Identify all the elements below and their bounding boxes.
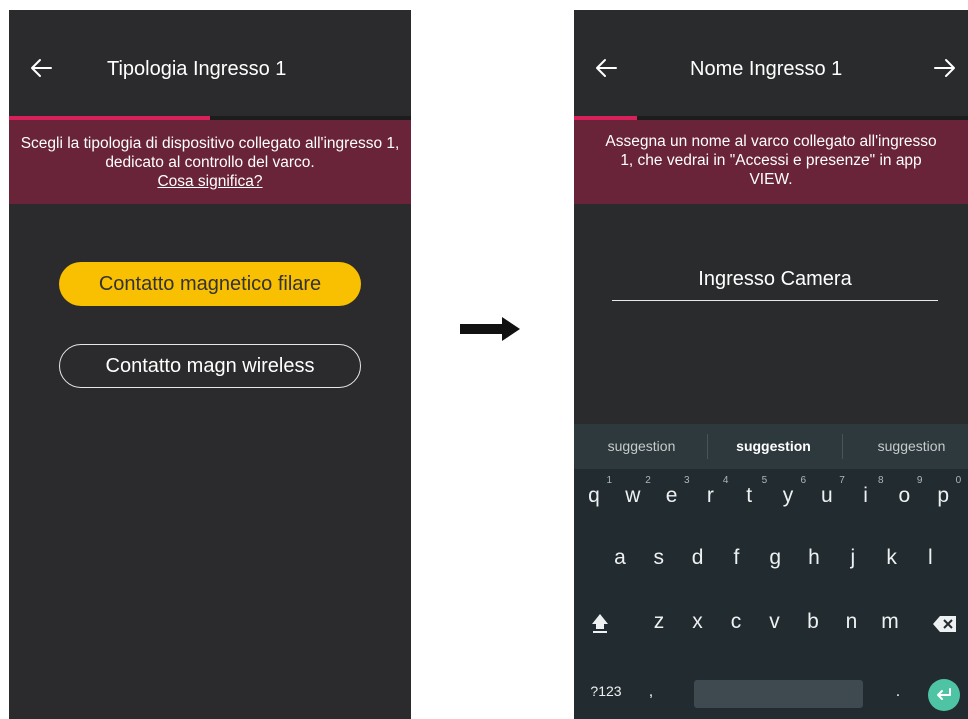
- key-e[interactable]: e3: [653, 475, 691, 508]
- arrow-right-icon: [460, 313, 522, 345]
- key-k[interactable]: k: [873, 546, 911, 570]
- divider: [842, 434, 843, 459]
- symbols-key[interactable]: ?123: [586, 683, 626, 699]
- arrow-left-icon[interactable]: [592, 54, 620, 82]
- key-n[interactable]: n: [833, 610, 871, 634]
- suggestion-item[interactable]: suggestion: [576, 424, 707, 469]
- key-b[interactable]: b: [794, 610, 832, 634]
- info-banner: Assegna un nome al varco collegato all'i…: [574, 120, 968, 204]
- page-title: Nome Ingresso 1: [690, 58, 843, 80]
- arrow-right-icon[interactable]: [931, 54, 959, 82]
- banner-text: Assegna un nome al varco collegato all'i…: [605, 133, 937, 188]
- key-a[interactable]: a: [601, 546, 639, 570]
- screen-input-type: Tipologia Ingresso 1 Scegli la tipologia…: [9, 10, 411, 719]
- wireless-contact-button[interactable]: Contatto magn wireless: [59, 344, 361, 388]
- key-j[interactable]: j: [834, 546, 872, 570]
- what-does-it-mean-link[interactable]: Cosa significa?: [157, 173, 262, 190]
- period-key[interactable]: .: [888, 683, 908, 701]
- backspace-icon[interactable]: [932, 614, 958, 634]
- comma-key[interactable]: ,: [641, 683, 661, 701]
- top-bar: Nome Ingresso 1: [574, 10, 968, 118]
- wired-contact-button[interactable]: Contatto magnetico filare: [59, 262, 361, 306]
- screen-input-name: Nome Ingresso 1 Assegna un nome al varco…: [574, 10, 968, 719]
- key-l[interactable]: l: [911, 546, 949, 570]
- key-t[interactable]: t5: [730, 475, 768, 508]
- key-y[interactable]: y6: [769, 475, 807, 508]
- key-d[interactable]: d: [679, 546, 717, 570]
- key-x[interactable]: x: [679, 610, 717, 634]
- key-h[interactable]: h: [795, 546, 833, 570]
- arrow-left-icon[interactable]: [27, 54, 55, 82]
- gate-name-input[interactable]: Ingresso Camera: [612, 268, 938, 301]
- key-p[interactable]: p0: [924, 475, 962, 508]
- key-r[interactable]: r4: [691, 475, 729, 508]
- key-f[interactable]: f: [717, 546, 755, 570]
- key-u[interactable]: u7: [808, 475, 846, 508]
- key-m[interactable]: m: [871, 610, 909, 634]
- top-bar: Tipologia Ingresso 1: [9, 10, 411, 118]
- key-v[interactable]: v: [756, 610, 794, 634]
- keyboard: suggestion suggestion suggestion q1w2e3r…: [574, 424, 968, 719]
- shift-icon[interactable]: [590, 612, 610, 634]
- key-o[interactable]: o9: [885, 475, 923, 508]
- banner-text: Scegli la tipologia di dispositivo colle…: [20, 135, 400, 171]
- key-i[interactable]: i8: [847, 475, 885, 508]
- key-z[interactable]: z: [640, 610, 678, 634]
- suggestion-bar: suggestion suggestion suggestion: [574, 424, 968, 469]
- page-title: Tipologia Ingresso 1: [107, 58, 287, 80]
- suggestion-item[interactable]: suggestion: [708, 424, 839, 469]
- key-s[interactable]: s: [640, 546, 678, 570]
- key-w[interactable]: w2: [614, 475, 652, 508]
- enter-icon[interactable]: [928, 679, 960, 711]
- key-c[interactable]: c: [717, 610, 755, 634]
- key-g[interactable]: g: [756, 546, 794, 570]
- info-banner: Scegli la tipologia di dispositivo colle…: [9, 120, 411, 204]
- space-key[interactable]: [694, 680, 863, 708]
- key-q[interactable]: q1: [575, 475, 613, 508]
- suggestion-item[interactable]: suggestion: [846, 424, 968, 469]
